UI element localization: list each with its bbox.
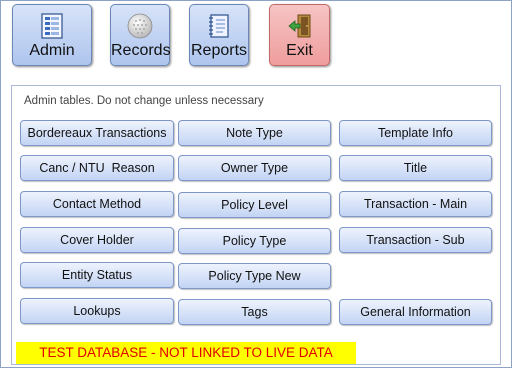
main-form: Admin Records Reports Exit Admin tables.… bbox=[0, 0, 512, 368]
golf-ball-icon bbox=[127, 13, 153, 39]
template-info-button[interactable]: Template Info bbox=[339, 120, 492, 146]
records-label: Records bbox=[111, 42, 171, 59]
panel-title: Admin tables. Do not change unless neces… bbox=[24, 95, 264, 107]
note-type-button[interactable]: Note Type bbox=[178, 120, 331, 146]
policy-type-new-button[interactable]: Policy Type New bbox=[178, 263, 331, 289]
report-notebook-icon bbox=[209, 14, 229, 38]
exit-door-icon bbox=[287, 14, 310, 38]
reports-label: Reports bbox=[190, 42, 248, 59]
contact-method-button[interactable]: Contact Method bbox=[20, 191, 174, 217]
title-button[interactable]: Title bbox=[339, 155, 492, 181]
test-database-banner: TEST DATABASE - NOT LINKED TO LIVE DATA bbox=[16, 342, 356, 364]
admin-button[interactable]: Admin bbox=[12, 4, 92, 66]
records-button[interactable]: Records bbox=[110, 4, 171, 66]
entity-status-button[interactable]: Entity Status bbox=[20, 262, 174, 288]
exit-label: Exit bbox=[286, 42, 313, 59]
cover-holder-button[interactable]: Cover Holder bbox=[20, 227, 174, 253]
lookups-button[interactable]: Lookups bbox=[20, 298, 174, 324]
bordereaux-transactions-button[interactable]: Bordereaux Transactions bbox=[20, 120, 174, 146]
form-list-icon bbox=[41, 13, 63, 39]
policy-level-button[interactable]: Policy Level bbox=[178, 192, 331, 218]
canc-ntu-reason-button[interactable]: Canc / NTU Reason bbox=[20, 155, 174, 181]
admin-label: Admin bbox=[29, 42, 75, 59]
tags-button[interactable]: Tags bbox=[178, 299, 331, 325]
policy-type-button[interactable]: Policy Type bbox=[178, 228, 331, 254]
transaction-main-button[interactable]: Transaction - Main bbox=[339, 191, 492, 217]
owner-type-button[interactable]: Owner Type bbox=[178, 155, 331, 181]
reports-button[interactable]: Reports bbox=[189, 4, 249, 66]
exit-button[interactable]: Exit bbox=[269, 4, 330, 66]
transaction-sub-button[interactable]: Transaction - Sub bbox=[339, 227, 492, 253]
general-information-button[interactable]: General Information bbox=[339, 299, 492, 325]
